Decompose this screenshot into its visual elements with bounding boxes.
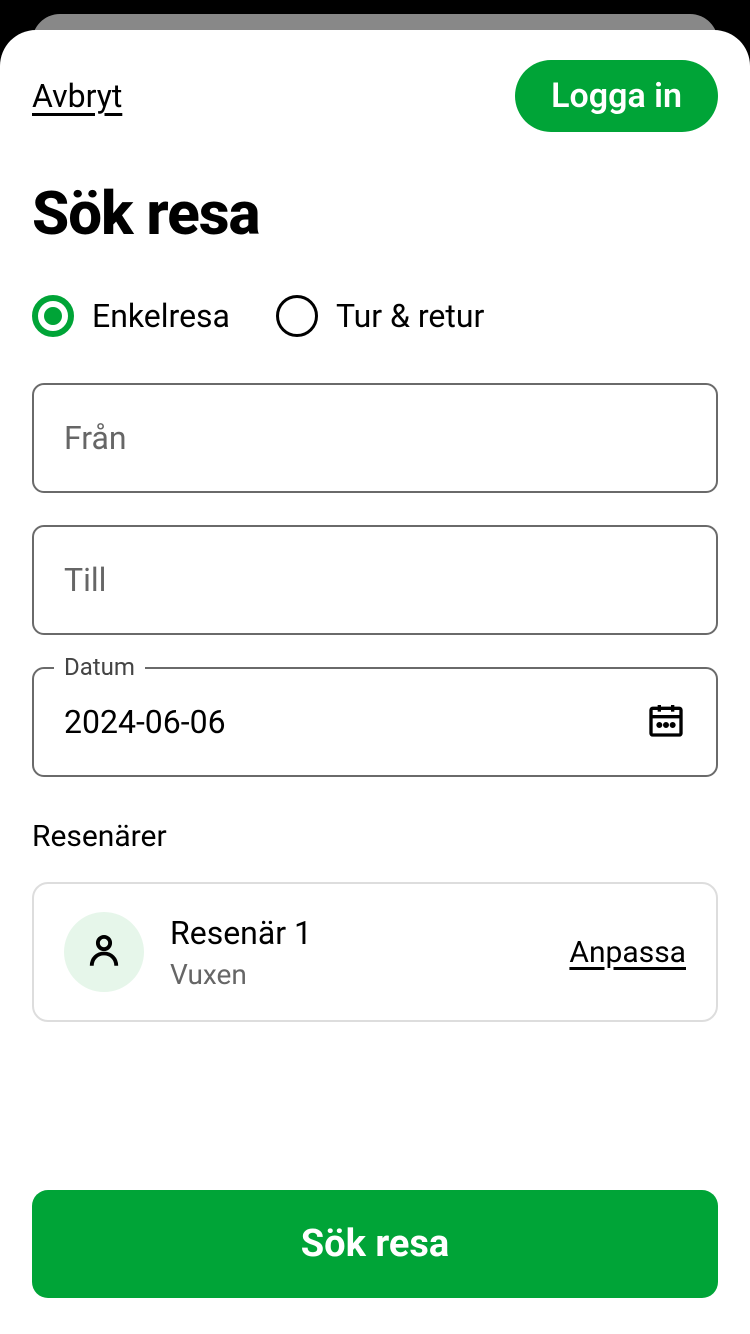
date-label: Datum	[54, 653, 145, 681]
radio-unselected-icon	[276, 295, 318, 337]
traveller-info: Resenär 1 Vuxen	[170, 914, 543, 991]
search-sheet: Avbryt Logga in Sök resa Enkelresa Tur &…	[0, 30, 750, 1334]
traveller-subtitle: Vuxen	[170, 958, 543, 991]
radio-round-trip[interactable]: Tur & retur	[276, 295, 484, 337]
traveller-title: Resenär 1	[170, 914, 543, 952]
radio-selected-icon	[32, 295, 74, 337]
radio-round-trip-label: Tur & retur	[336, 297, 484, 335]
spacer	[32, 1022, 718, 1190]
avatar	[64, 912, 144, 992]
login-button[interactable]: Logga in	[515, 60, 718, 132]
traveller-card: Resenär 1 Vuxen Anpassa	[32, 882, 718, 1022]
search-button[interactable]: Sök resa	[32, 1190, 718, 1298]
customize-button[interactable]: Anpassa	[569, 935, 686, 970]
from-input[interactable]	[32, 383, 718, 493]
date-field: Datum 2024-06-06	[32, 667, 718, 777]
trip-type-group: Enkelresa Tur & retur	[32, 295, 718, 337]
from-field-wrap	[32, 383, 718, 493]
radio-one-way-label: Enkelresa	[92, 297, 230, 335]
travellers-section-label: Resenärer	[32, 819, 718, 854]
radio-one-way[interactable]: Enkelresa	[32, 295, 230, 337]
person-icon	[83, 929, 125, 975]
to-field-wrap	[32, 525, 718, 635]
date-input[interactable]: 2024-06-06	[32, 667, 718, 777]
cancel-button[interactable]: Avbryt	[32, 77, 122, 115]
page-title: Sök resa	[32, 178, 718, 249]
date-value: 2024-06-06	[64, 703, 226, 741]
to-input[interactable]	[32, 525, 718, 635]
radio-dot-icon	[44, 307, 62, 325]
calendar-icon	[646, 700, 686, 744]
header-row: Avbryt Logga in	[32, 60, 718, 132]
